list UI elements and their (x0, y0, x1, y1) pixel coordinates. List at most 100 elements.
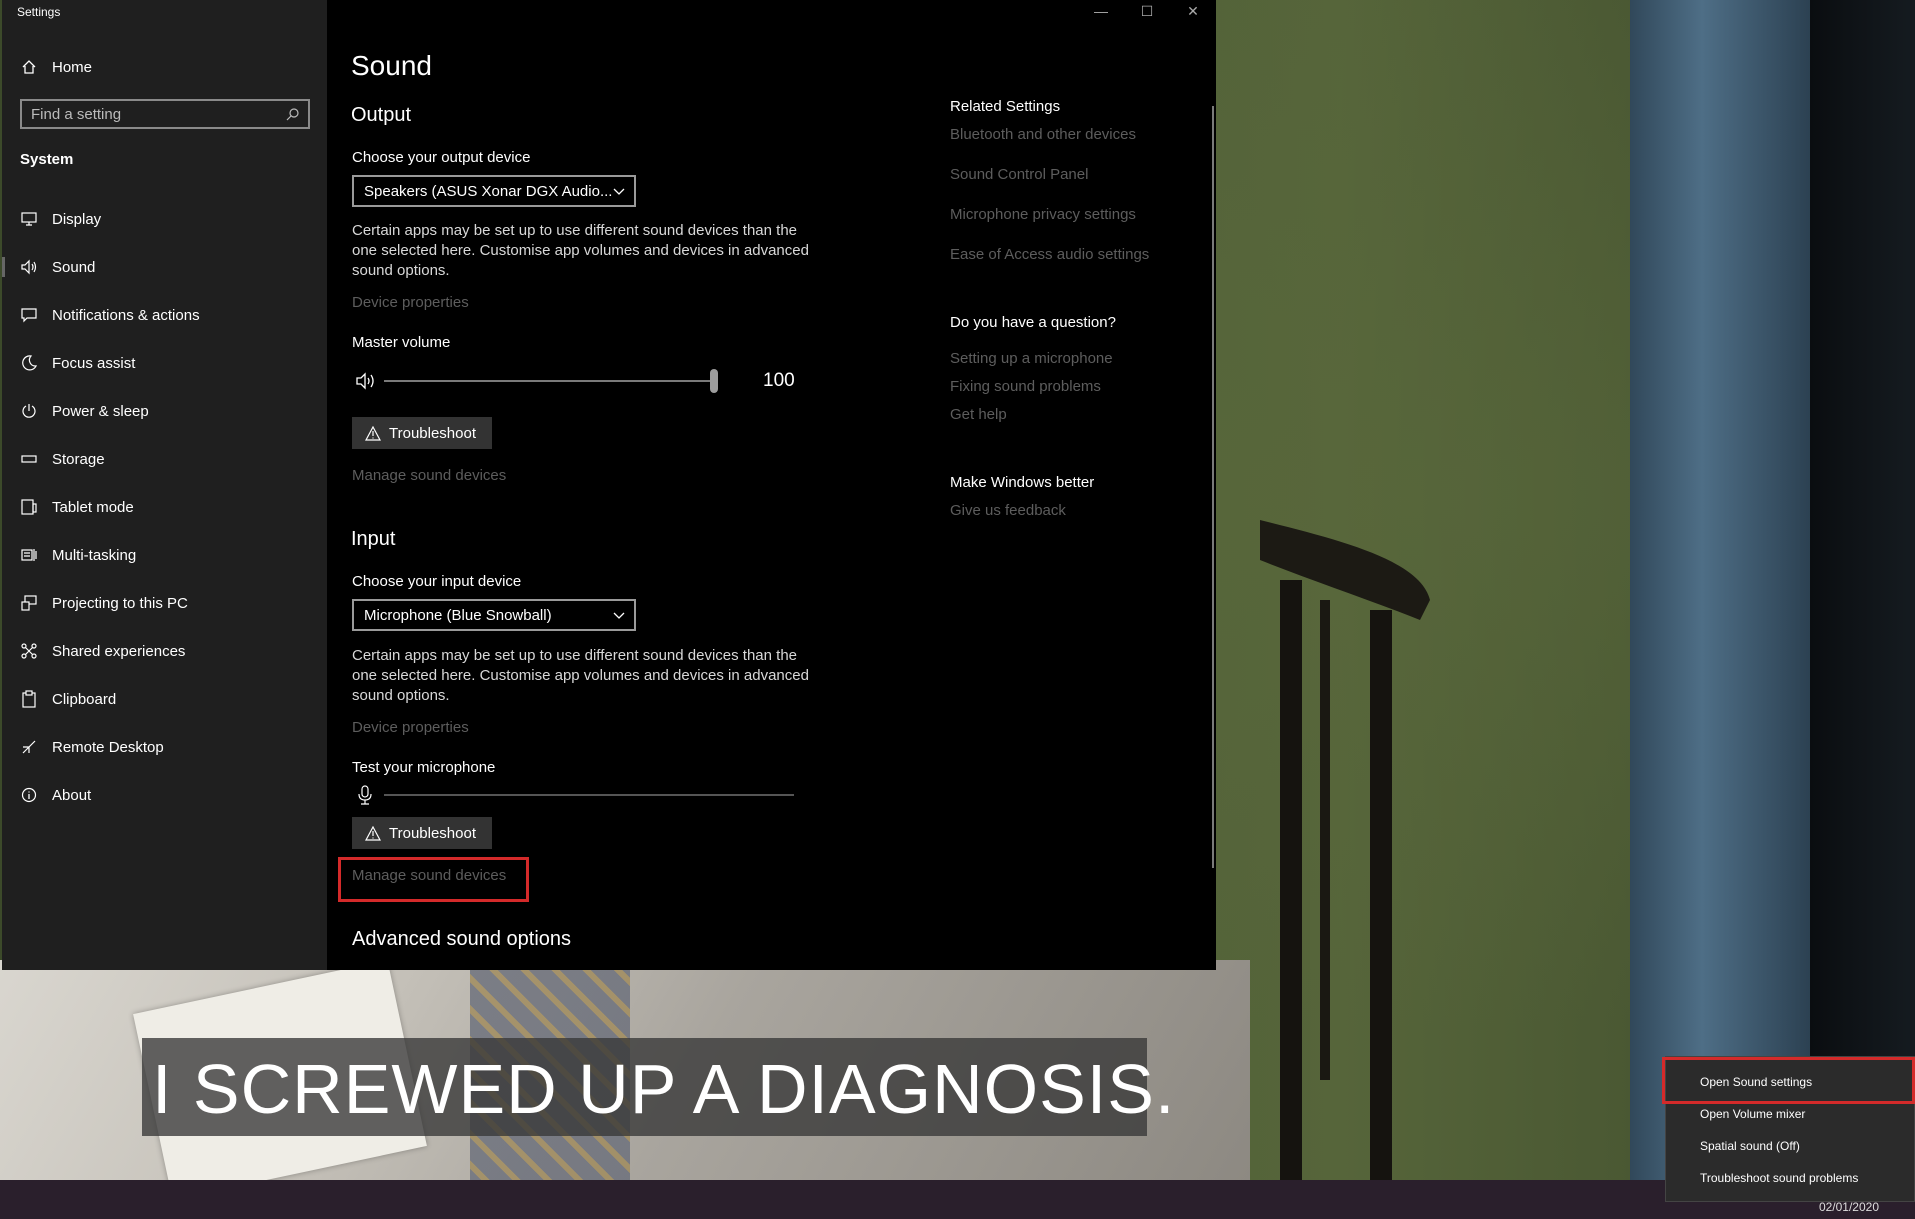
related-link-bluetooth[interactable]: Bluetooth and other devices (950, 126, 1136, 143)
menu-item-troubleshoot-sound[interactable]: Troubleshoot sound problems (1700, 1171, 1858, 1185)
speaker-icon (20, 258, 38, 276)
sidebar-item-label: Tablet mode (52, 498, 134, 516)
monitor-icon (20, 210, 38, 228)
notification-icon (20, 306, 38, 324)
projector-icon (20, 594, 38, 612)
sidebar-item-label: Shared experiences (52, 642, 186, 660)
sidebar-item-label: About (52, 786, 92, 804)
sidebar-item-remote-desktop[interactable]: Remote Desktop (2, 729, 327, 765)
help-link-get-help[interactable]: Get help (950, 406, 1007, 423)
master-volume-label: Master volume (352, 334, 451, 351)
search-input[interactable]: Find a setting (20, 99, 310, 129)
moon-icon (20, 354, 38, 372)
sidebar-item-clipboard[interactable]: Clipboard (2, 681, 327, 717)
microphone-level-meter (384, 794, 794, 796)
input-heading: Input (351, 528, 396, 550)
test-microphone-label: Test your microphone (352, 759, 496, 776)
taskbar (0, 1180, 1915, 1219)
sidebar-item-shared-experiences[interactable]: Shared experiences (2, 633, 327, 669)
remote-desktop-icon (20, 738, 38, 756)
settings-window: Settings Home Find a setting System Disp… (2, 0, 1216, 970)
speaker-volume-icon[interactable] (355, 372, 377, 395)
sidebar: Settings Home Find a setting System Disp… (2, 0, 327, 970)
output-heading: Output (351, 104, 412, 126)
related-link-sound-control-panel[interactable]: Sound Control Panel (950, 166, 1088, 183)
scrollbar[interactable] (1212, 106, 1214, 868)
input-device-dropdown[interactable]: Microphone (Blue Snowball) (352, 599, 636, 631)
master-volume-slider[interactable] (384, 380, 714, 382)
tablet-icon (20, 498, 38, 516)
sidebar-item-home[interactable]: Home (2, 49, 327, 85)
power-icon (20, 402, 38, 420)
share-icon (20, 642, 38, 660)
sidebar-item-label: Display (52, 210, 102, 228)
output-device-properties-link[interactable]: Device properties (352, 294, 469, 311)
taskbar-date: 02/01/2020 (1818, 1200, 1879, 1214)
warning-icon (365, 825, 381, 841)
sidebar-item-label: Focus assist (52, 354, 136, 372)
sidebar-item-label: Sound (52, 258, 96, 276)
feedback-link[interactable]: Give us feedback (950, 502, 1066, 519)
troubleshoot-label: Troubleshoot (389, 424, 476, 442)
input-device-label: Choose your input device (352, 573, 522, 590)
input-description: Certain apps may be set up to use differ… (352, 647, 809, 704)
sidebar-item-label: Projecting to this PC (52, 594, 188, 612)
background-door (1630, 0, 1810, 1180)
input-troubleshoot-button[interactable]: Troubleshoot (352, 817, 492, 849)
related-link-microphone-privacy[interactable]: Microphone privacy settings (950, 206, 1136, 223)
make-windows-better-heading: Make Windows better (950, 474, 1095, 491)
storage-icon (20, 450, 38, 468)
question-heading: Do you have a question? (950, 314, 1116, 331)
output-device-dropdown[interactable]: Speakers (ASUS Xonar DGX Audio... (352, 175, 636, 207)
chevron-down-icon (612, 184, 626, 203)
sidebar-item-projecting[interactable]: Projecting to this PC (2, 585, 327, 621)
background-chair (1260, 520, 1430, 1180)
sidebar-item-label: Storage (52, 450, 105, 468)
highlight-box (1662, 1057, 1915, 1104)
sidebar-item-label: Notifications & actions (52, 306, 200, 324)
main-content: Sound Output Choose your output device S… (327, 0, 1216, 970)
info-icon (20, 786, 38, 804)
output-manage-sound-devices-link[interactable]: Manage sound devices (352, 467, 506, 484)
sidebar-item-label: Home (52, 58, 93, 76)
sidebar-item-label: Remote Desktop (52, 738, 164, 756)
page-title: Sound (351, 50, 432, 81)
clipboard-icon (20, 690, 38, 708)
troubleshoot-label: Troubleshoot (389, 824, 476, 842)
output-device-label: Choose your output device (352, 149, 531, 166)
highlight-box (338, 857, 529, 902)
search-icon (286, 107, 300, 126)
sidebar-item-sound[interactable]: Sound (2, 249, 327, 285)
sidebar-item-multitasking[interactable]: Multi-tasking (2, 537, 327, 573)
sidebar-item-notifications[interactable]: Notifications & actions (2, 297, 327, 333)
sidebar-item-focus-assist[interactable]: Focus assist (2, 345, 327, 381)
sidebar-item-label: Multi-tasking (52, 546, 137, 564)
related-link-ease-of-access-audio[interactable]: Ease of Access audio settings (950, 246, 1149, 263)
home-icon (20, 58, 38, 76)
microphone-icon (357, 785, 373, 810)
sidebar-item-storage[interactable]: Storage (2, 441, 327, 477)
advanced-sound-heading[interactable]: Advanced sound options (352, 928, 571, 951)
master-volume-value: 100 (763, 370, 795, 391)
sidebar-item-label: Power & sleep (52, 402, 149, 420)
output-troubleshoot-button[interactable]: Troubleshoot (352, 417, 492, 449)
subtitle-text: I SCREWED UP A DIAGNOSIS. (152, 1050, 1176, 1128)
output-description: Certain apps may be set up to use differ… (352, 222, 809, 279)
input-device-value: Microphone (Blue Snowball) (364, 607, 552, 624)
search-placeholder: Find a setting (31, 106, 122, 123)
sidebar-item-about[interactable]: About (2, 777, 327, 813)
sidebar-item-tablet-mode[interactable]: Tablet mode (2, 489, 327, 525)
app-title: Settings (17, 5, 61, 19)
sidebar-item-power-sleep[interactable]: Power & sleep (2, 393, 327, 429)
sidebar-item-display[interactable]: Display (2, 201, 327, 237)
warning-icon (365, 425, 381, 441)
input-device-properties-link[interactable]: Device properties (352, 719, 469, 736)
master-volume-thumb[interactable] (710, 369, 718, 393)
help-link-microphone[interactable]: Setting up a microphone (950, 350, 1113, 367)
section-label: System (20, 151, 74, 168)
help-link-sound-problems[interactable]: Fixing sound problems (950, 378, 1101, 395)
menu-item-open-volume-mixer[interactable]: Open Volume mixer (1700, 1107, 1805, 1121)
output-device-value: Speakers (ASUS Xonar DGX Audio... (364, 183, 613, 200)
menu-item-spatial-sound[interactable]: Spatial sound (Off) (1700, 1139, 1800, 1153)
chevron-down-icon (612, 608, 626, 627)
